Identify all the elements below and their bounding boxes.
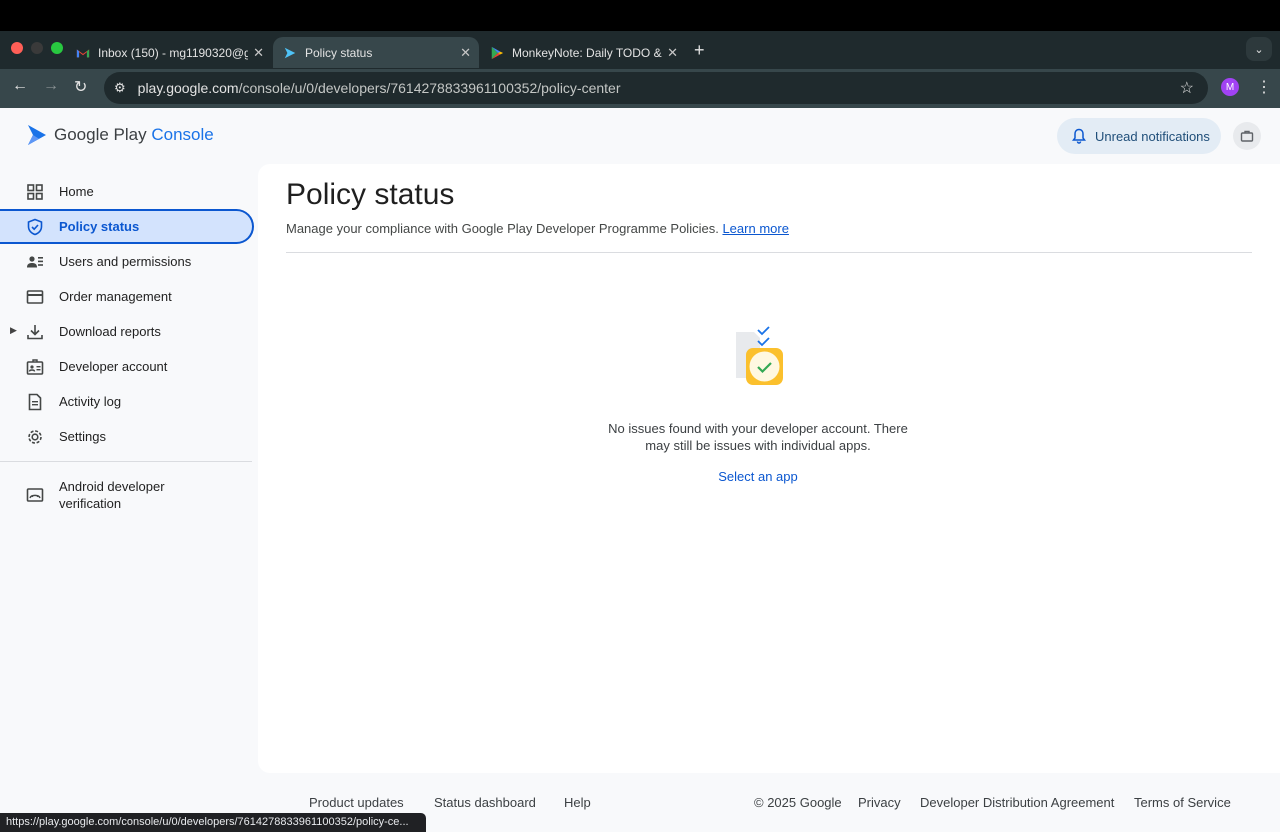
- sidebar-item-label: Download reports: [59, 324, 161, 339]
- url-text[interactable]: play.google.com/console/u/0/developers/7…: [138, 80, 621, 96]
- briefcase-button[interactable]: [1233, 122, 1261, 150]
- tab-policy-status[interactable]: Policy status ✕: [273, 37, 479, 68]
- forward-icon[interactable]: →: [43, 77, 59, 95]
- footer-privacy-link[interactable]: Privacy: [858, 795, 901, 810]
- back-icon[interactable]: ←: [12, 77, 28, 95]
- profile-avatar[interactable]: M: [1221, 78, 1239, 96]
- footer-product-updates-link[interactable]: Product updates: [309, 795, 404, 810]
- sidebar-item-users-and-permissions[interactable]: Users and permissions: [0, 244, 256, 279]
- footer-dda-link[interactable]: Developer Distribution Agreement: [920, 795, 1114, 810]
- link-status-bar: https://play.google.com/console/u/0/deve…: [0, 813, 426, 832]
- url-path: /console/u/0/developers/7614278833961100…: [238, 80, 621, 96]
- sidebar-item-label: Policy status: [59, 219, 140, 234]
- select-app-link[interactable]: Select an app: [698, 469, 818, 484]
- tab-gmail[interactable]: Inbox (150) - mg1190320@gm ✕: [66, 37, 272, 68]
- page-title: Policy status: [286, 178, 455, 211]
- header-divider: [286, 252, 1252, 253]
- play-console-logo[interactable]: Google Play Console: [26, 124, 214, 146]
- empty-state-message: No issues found with your developer acco…: [608, 421, 908, 453]
- play-console-page: Google Play Console Unread notifications…: [0, 108, 1280, 832]
- address-bar[interactable]: ⚙ play.google.com/console/u/0/developers…: [104, 72, 1208, 104]
- tab-monkeynote[interactable]: MonkeyNote: Daily TODO & N ✕: [480, 37, 686, 68]
- unread-notifications-button[interactable]: Unread notifications: [1057, 118, 1221, 154]
- bell-icon: [1072, 128, 1086, 144]
- verification-line-2: verification: [59, 496, 122, 511]
- brand-secondary: Console: [151, 125, 214, 144]
- sidebar-item-android-developer-verification[interactable]: Android developer verification: [0, 469, 256, 521]
- reload-icon[interactable]: ↻: [74, 77, 87, 97]
- sidebar-item-label: Users and permissions: [59, 254, 192, 269]
- maximize-window-button[interactable]: [51, 42, 63, 54]
- browser-chrome: Inbox (150) - mg1190320@gm ✕ Policy stat…: [0, 31, 1280, 108]
- close-icon[interactable]: ✕: [460, 45, 471, 61]
- google-play-icon: [491, 46, 504, 59]
- sidebar-item-policy-status[interactable]: Policy status: [0, 209, 254, 244]
- tab-title: Inbox (150) - mg1190320@gm: [98, 45, 248, 60]
- close-icon[interactable]: ✕: [667, 45, 678, 61]
- sidebar-item-label: Settings: [59, 429, 106, 444]
- url-host: play.google.com: [137, 80, 239, 96]
- dashboard-icon: [27, 184, 43, 200]
- verification-icon: [26, 488, 44, 502]
- document-icon: [28, 393, 42, 411]
- footer-copyright: © 2025 Google: [754, 795, 842, 810]
- download-icon: [27, 325, 43, 340]
- browser-menu-icon[interactable]: ⋮: [1256, 77, 1272, 97]
- sidebar-item-label: Android developer verification: [59, 478, 165, 512]
- footer-status-dashboard-link[interactable]: Status dashboard: [434, 795, 536, 810]
- sidebar-item-activity-log[interactable]: Activity log: [0, 384, 256, 419]
- play-console-icon: [284, 47, 296, 58]
- sidebar-item-home[interactable]: Home: [0, 174, 256, 209]
- id-card-icon: [26, 359, 44, 375]
- verification-line-1: Android developer: [59, 479, 165, 494]
- expand-caret-icon[interactable]: ▶: [10, 325, 17, 336]
- new-tab-button[interactable]: +: [694, 40, 705, 61]
- brand-name: Google Play Console: [54, 125, 214, 145]
- footer-help-link[interactable]: Help: [564, 795, 591, 810]
- sidebar-divider: [0, 461, 252, 462]
- sidebar-item-label: Home: [59, 184, 94, 199]
- tab-title: Policy status: [305, 45, 373, 60]
- sidebar-item-label: Activity log: [59, 394, 122, 409]
- users-icon: [27, 256, 43, 268]
- gear-icon: [28, 430, 42, 444]
- browser-toolbar: ← → ↻ ⚙ play.google.com/console/u/0/deve…: [0, 69, 1280, 108]
- brand-primary: Google Play: [54, 125, 147, 144]
- close-window-button[interactable]: [11, 42, 23, 54]
- window-controls: [11, 42, 63, 54]
- play-console-logo-icon: [28, 125, 46, 145]
- sidebar-item-download-reports[interactable]: ▶ Download reports: [0, 314, 256, 349]
- sidebar-item-label: Order management: [59, 289, 172, 304]
- page-subtitle: Manage your compliance with Google Play …: [286, 221, 789, 236]
- sidebar-item-order-management[interactable]: Order management: [0, 279, 256, 314]
- sidebar-nav: Home Policy status Users and permissions: [0, 174, 256, 521]
- main-content: Policy status Manage your compliance wit…: [258, 164, 1280, 773]
- close-icon[interactable]: ✕: [253, 45, 264, 61]
- minimize-window-button[interactable]: [31, 42, 43, 54]
- gmail-icon: [76, 49, 90, 57]
- subtitle-text: Manage your compliance with Google Play …: [286, 221, 719, 236]
- shield-check-icon: [27, 218, 43, 236]
- tab-search-button[interactable]: ⌄: [1246, 37, 1272, 61]
- sidebar-item-label: Developer account: [59, 359, 168, 374]
- tab-title: MonkeyNote: Daily TODO & N: [512, 45, 662, 60]
- bookmark-star-icon[interactable]: ☆: [1180, 78, 1194, 98]
- credit-card-icon: [26, 290, 44, 304]
- no-issues-illustration: [736, 326, 783, 385]
- footer-terms-link[interactable]: Terms of Service: [1134, 795, 1231, 810]
- notifications-label: Unread notifications: [1095, 128, 1210, 144]
- briefcase-icon: [1240, 130, 1254, 142]
- learn-more-link[interactable]: Learn more: [722, 221, 788, 236]
- menu-bar: [0, 0, 1280, 31]
- site-info-icon[interactable]: ⚙: [114, 80, 126, 96]
- sidebar-item-settings[interactable]: Settings: [0, 419, 256, 454]
- sidebar-item-developer-account[interactable]: Developer account: [0, 349, 256, 384]
